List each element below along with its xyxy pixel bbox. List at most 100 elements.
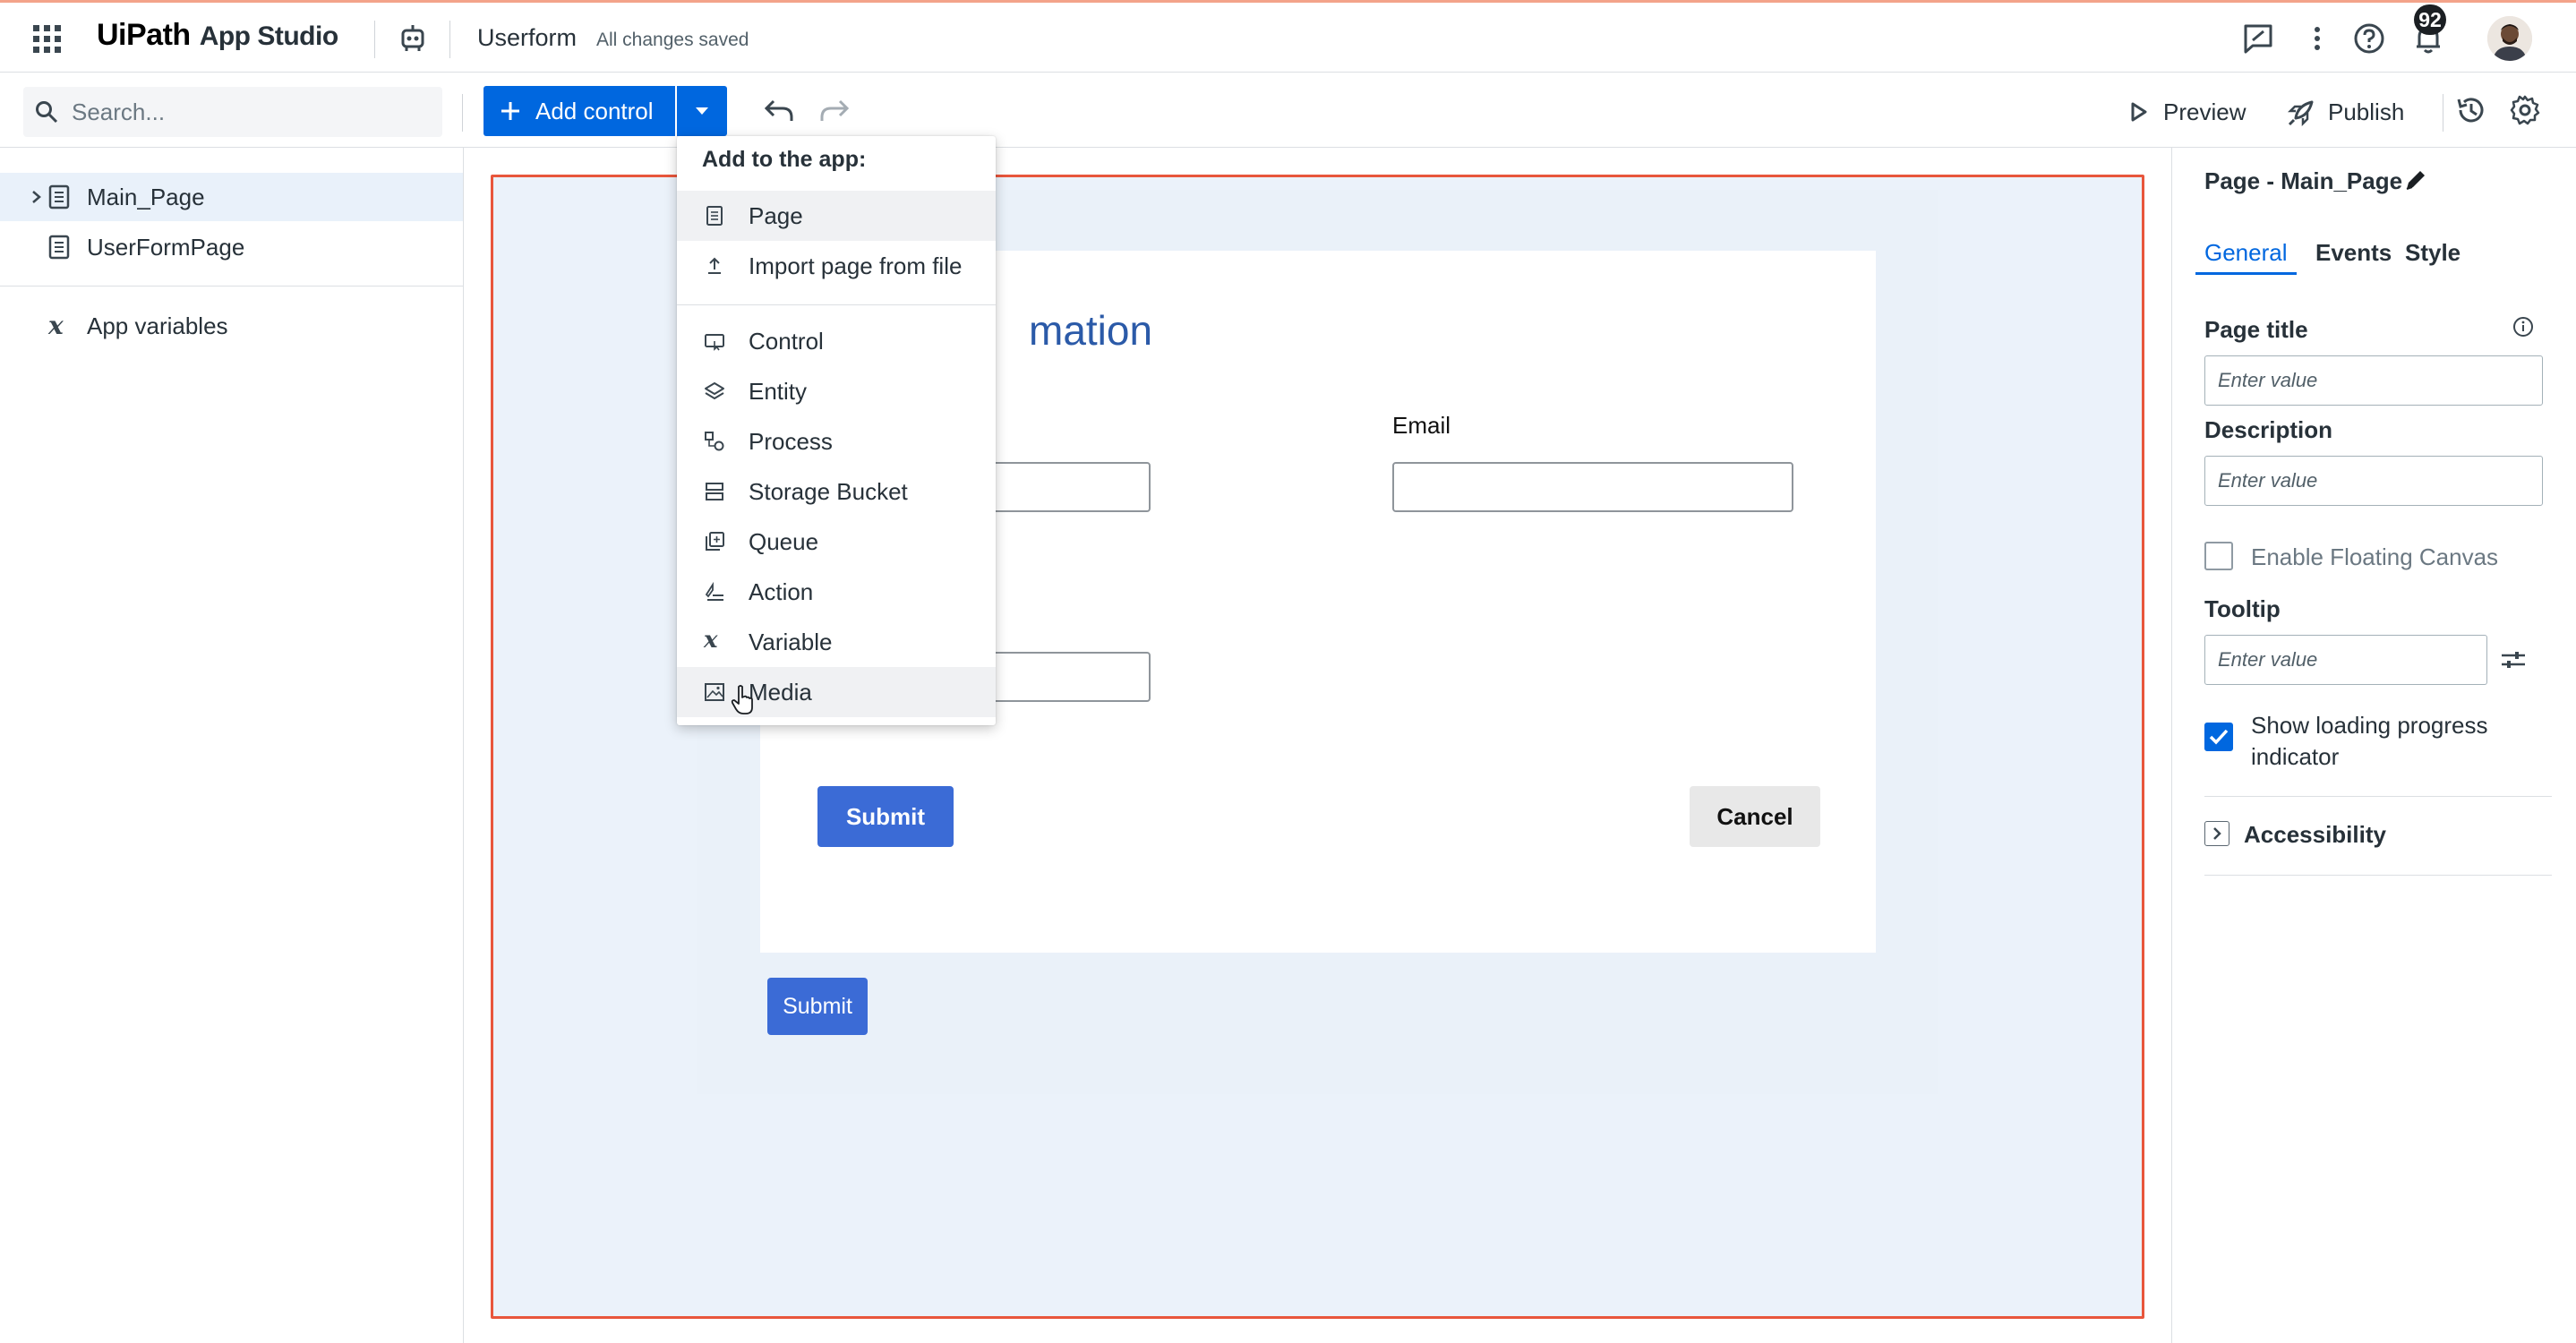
media-image-icon [704,681,725,703]
play-icon [2131,102,2147,122]
description-input[interactable] [2205,457,2542,505]
menu-item-variable[interactable]: x Variable [677,617,996,667]
sidebar-item-label: UserFormPage [87,234,245,261]
tooltip-input[interactable] [2205,636,2486,684]
search-box[interactable] [23,87,442,137]
pages-sidebar: Main_Page UserFormPage x App variables [0,148,464,1343]
top-bar: UiPath App Studio Userform All changes sa… [0,0,2576,73]
divider [2204,796,2552,797]
apps-grid-icon[interactable] [32,24,62,54]
tooltip-field[interactable] [2204,635,2487,685]
floating-canvas-checkbox[interactable] [2204,542,2233,570]
info-icon[interactable] [2512,316,2534,338]
chevron-right-icon[interactable] [2204,821,2229,846]
divider [462,94,463,132]
checkmark-icon [2209,729,2229,745]
menu-item-label: Process [749,428,833,455]
panel-title: Page - Main_Page [2204,167,2403,194]
menu-item-storage-bucket[interactable]: Storage Bucket [677,466,996,517]
menu-item-process[interactable]: Process [677,416,996,466]
menu-item-label: Action [749,578,814,605]
submit-button-secondary[interactable]: Submit [767,978,868,1035]
divider [0,286,463,287]
page-title-input[interactable] [2205,356,2542,405]
description-field[interactable] [2204,456,2543,506]
accessibility-section[interactable]: Accessibility [2244,821,2386,849]
more-vertical-icon[interactable] [2301,22,2333,55]
help-icon[interactable] [2353,22,2385,55]
menu-item-page[interactable]: Page [677,191,996,241]
page-icon [48,235,70,260]
page-title-field[interactable] [2204,355,2543,406]
divider [2204,875,2552,876]
email-field[interactable] [1392,462,1793,512]
preview-button[interactable]: Preview [2129,94,2246,130]
feedback-icon[interactable] [2242,22,2274,55]
expression-settings-icon[interactable] [2500,649,2527,671]
menu-item-label: Queue [749,528,819,555]
tab-general[interactable]: General [2195,239,2297,275]
project-name: Userform [477,24,578,51]
add-to-app-menu: Add to the app: Page Import page from fi… [677,136,996,725]
upload-icon [704,255,725,277]
pencil-edit-icon[interactable] [2403,167,2428,192]
menu-item-label: Media [749,679,812,706]
email-label: Email [1392,412,1451,439]
sidebar-item-label: App variables [87,312,228,339]
menu-item-label: Storage Bucket [749,478,908,505]
divider [374,21,375,58]
search-icon [34,99,59,124]
menu-item-label: Variable [749,629,833,655]
sidebar-item-userformpage[interactable]: UserFormPage [0,223,463,271]
sidebar-item-app-variables[interactable]: x App variables [0,302,463,350]
menu-item-queue[interactable]: Queue [677,517,996,567]
divider [449,21,450,58]
rocket-icon [2287,100,2314,127]
sidebar-item-label: Main_Page [87,184,205,210]
uipath-logo: UiPath App Studio [97,18,338,52]
add-dropdown-button[interactable] [677,86,727,136]
redo-icon[interactable] [818,98,852,126]
preview-label: Preview [2163,98,2247,125]
menu-item-label: Import page from file [749,252,963,279]
plus-icon [498,98,523,124]
page-icon [704,205,725,227]
robot-icon[interactable] [399,23,426,52]
divider [677,304,996,305]
loading-indicator-checkbox[interactable] [2204,723,2233,751]
page-icon [48,184,70,210]
submit-button[interactable]: Submit [817,786,954,847]
chevron-right-icon[interactable] [30,190,43,204]
publish-label: Publish [2328,98,2405,125]
publish-button[interactable]: Publish [2287,94,2404,130]
action-icon [704,581,725,603]
menu-item-entity[interactable]: Entity [677,366,996,416]
sidebar-item-main-page[interactable]: Main_Page [0,173,463,221]
caret-down-icon [696,107,708,115]
menu-item-import-page[interactable]: Import page from file [677,241,996,291]
avatar[interactable] [2487,16,2532,61]
variable-icon: x [48,311,64,340]
history-icon[interactable] [2455,94,2487,126]
entity-layers-icon [704,381,725,402]
tab-events[interactable]: Events [2315,239,2392,267]
tab-style[interactable]: Style [2405,239,2460,267]
description-label: Description [2204,416,2333,443]
hand-cursor-icon [731,684,756,716]
add-control-button[interactable]: Add control [484,86,675,136]
storage-bucket-icon [704,481,725,502]
process-icon [704,431,725,452]
cancel-button[interactable]: Cancel [1690,786,1820,847]
variable-icon: x [704,627,718,654]
menu-item-action[interactable]: Action [677,567,996,617]
settings-gear-icon[interactable] [2509,94,2541,126]
page-title-label: Page title [2204,316,2308,343]
search-input[interactable] [72,94,430,130]
menu-item-control[interactable]: Control [677,316,996,366]
floating-canvas-label: Enable Floating Canvas [2251,543,2499,570]
undo-icon[interactable] [761,98,795,126]
menu-item-media[interactable]: Media [677,667,996,717]
queue-icon [704,531,725,552]
control-icon [704,330,725,352]
menu-item-label: Control [749,328,824,355]
